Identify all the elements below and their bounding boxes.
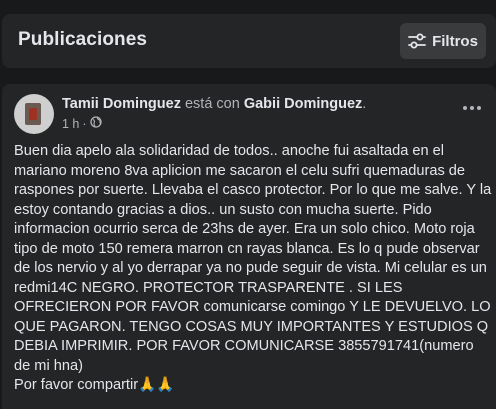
more-options-button[interactable] (460, 100, 484, 116)
sliders-icon (408, 33, 426, 49)
post-message: Buen dia apelo ala solidaridad de todos.… (14, 143, 492, 374)
publications-header: Publicaciones Filtros (2, 14, 496, 68)
meta-separator: · (82, 116, 87, 131)
more-dot (477, 106, 481, 110)
avatar[interactable] (14, 94, 54, 134)
author-name-link[interactable]: Tamii Dominguez (62, 96, 181, 112)
tagged-suffix: . (362, 96, 367, 112)
more-dots-icon (463, 106, 467, 110)
with-connector: está con (180, 96, 244, 112)
post-author-line: Tamii Dominguez está con Gabii Dominguez… (62, 96, 366, 112)
more-dot (470, 106, 474, 110)
avatar-picture-icon (25, 103, 41, 125)
globe-icon (89, 116, 102, 131)
filters-button[interactable]: Filtros (400, 23, 486, 59)
filters-label: Filtros (432, 32, 478, 50)
tagged-name-link[interactable]: Gabii Dominguez (244, 96, 362, 112)
post-share-request: Por favor compartir🙏🙏 (14, 377, 175, 393)
page-title: Publicaciones (18, 29, 148, 50)
page: Publicaciones Filtros Tamii Dominguez es… (0, 0, 496, 409)
post-card: Tamii Dominguez está con Gabii Dominguez… (2, 84, 496, 409)
post-time-link[interactable]: 1 h (62, 117, 79, 131)
post-meta: 1 h · (62, 116, 102, 131)
post-body: Buen dia apelo ala solidaridad de todos.… (14, 142, 492, 396)
